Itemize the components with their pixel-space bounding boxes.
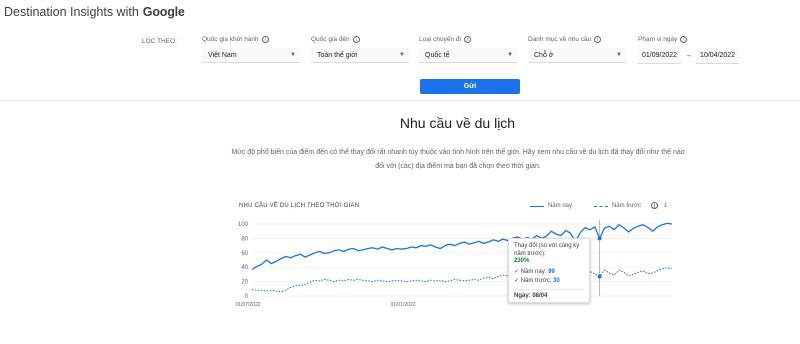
- tooltip-heading: Thay đổi (so với cùng kỳ năm trước):: [514, 243, 580, 257]
- tooltip-date: Ngày: 08/04: [514, 289, 584, 299]
- y-tick-label: 60: [241, 251, 248, 257]
- series-line-last-year: [251, 267, 673, 293]
- x-tick-label: 01/01/2022: [390, 302, 415, 308]
- series-line-this-year: [251, 222, 673, 270]
- y-tick-label: 80: [241, 236, 248, 242]
- y-tick-label: 20: [241, 280, 248, 286]
- tooltip-this-year: ✓ Năm nay: 99: [514, 269, 555, 275]
- tooltip-last-year: ✓ Năm trước: 30: [514, 278, 560, 284]
- chart-tooltip: Thay đổi (so với cùng kỳ năm trước): 230…: [508, 238, 590, 303]
- highlight-point-this-year: [597, 236, 602, 241]
- highlight-point-last-year: [597, 274, 602, 279]
- y-tick-label: 0: [245, 294, 249, 300]
- y-tick-label: 100: [238, 222, 249, 228]
- tooltip-change: 230%: [514, 258, 530, 264]
- y-tick-label: 40: [241, 265, 248, 271]
- demand-chart: 100 80 60 40 20 0 01/07/2022 01/01/2022: [235, 220, 673, 308]
- x-tick-label: 01/07/2022: [235, 302, 260, 308]
